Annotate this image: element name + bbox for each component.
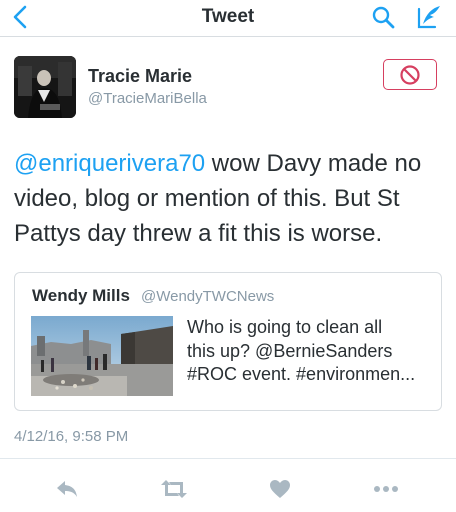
quoted-media[interactable]: [31, 316, 173, 396]
reply-button[interactable]: [49, 474, 85, 504]
block-button[interactable]: [383, 59, 437, 90]
divider: [0, 458, 456, 459]
compose-button[interactable]: [414, 2, 444, 32]
block-icon: [400, 64, 420, 85]
quoted-text-line: this up? @BernieSanders: [187, 340, 393, 361]
reply-icon: [57, 481, 77, 497]
retweet-button[interactable]: [156, 474, 192, 504]
retweet-icon: [161, 480, 187, 498]
like-heart-icon: [270, 480, 290, 498]
search-button[interactable]: [369, 3, 397, 31]
nav-bar: Tweet: [0, 0, 456, 37]
author-name[interactable]: Tracie Marie: [88, 66, 192, 87]
timestamp: 4/12/16, 9:58 PM: [14, 428, 129, 445]
mention-link[interactable]: @enriquerivera70: [14, 150, 205, 177]
more-dots-icon: [374, 486, 398, 492]
more-button[interactable]: [368, 474, 404, 504]
author-handle[interactable]: @TracieMariBella: [88, 90, 207, 107]
avatar[interactable]: [14, 56, 76, 118]
tweet-text: @enriquerivera70 wow Davy made no video,…: [14, 146, 434, 251]
quoted-author-name: Wendy Mills: [32, 286, 130, 305]
quoted-author-handle: @WendyTWCNews: [141, 288, 275, 305]
search-icon: [372, 6, 395, 29]
photo-thumbnail: [31, 316, 173, 396]
quoted-tweet-card[interactable]: Wendy Mills @WendyTWCNews Who is going t…: [14, 272, 442, 411]
avatar-photo: [14, 56, 76, 118]
like-button[interactable]: [262, 474, 298, 504]
quoted-text-line: Who is going to clean all: [187, 317, 383, 337]
compose-quill-icon: [417, 6, 440, 29]
quoted-tweet-text: Who is going to clean all this up? @Bern…: [187, 316, 431, 387]
quoted-text-line: #ROC event. #environmen...: [187, 364, 416, 384]
